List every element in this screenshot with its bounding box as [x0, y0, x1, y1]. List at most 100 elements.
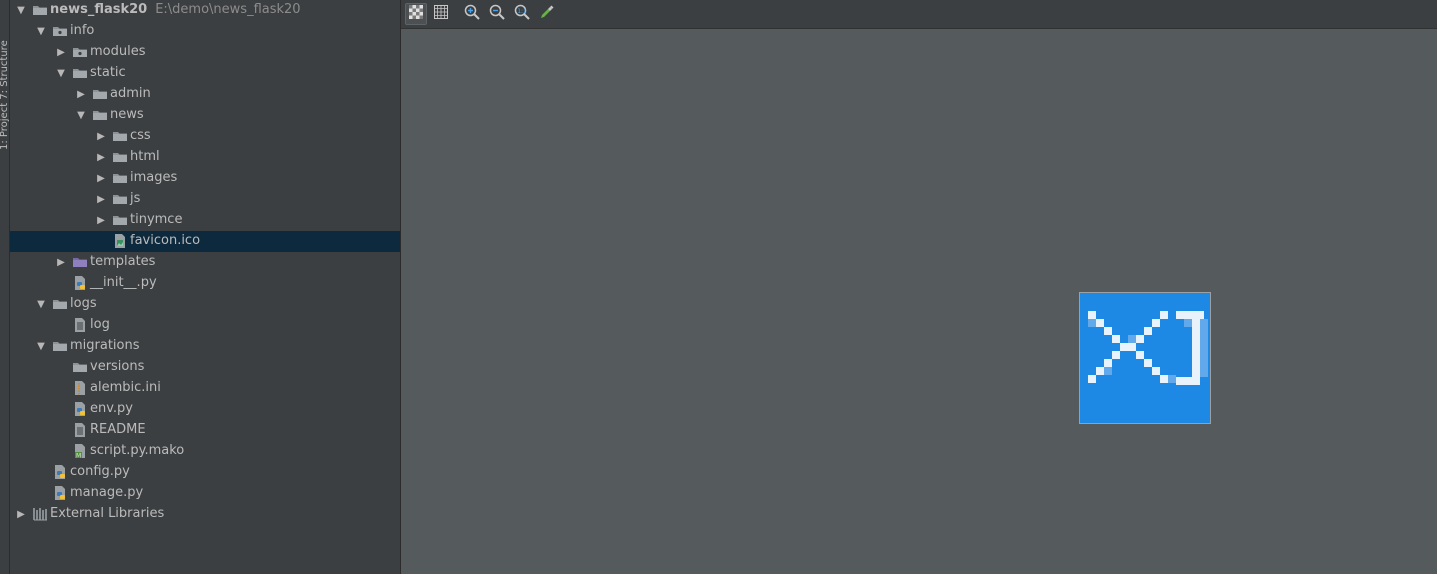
chessboard-background-button[interactable]	[405, 3, 427, 25]
actual-size-button[interactable]: 1:1	[511, 3, 533, 25]
tree-row[interactable]: ▼ info	[10, 21, 400, 42]
tree-row-text: templates	[90, 254, 155, 270]
tree-row[interactable]: env.py	[10, 399, 400, 420]
tree-row[interactable]: ▼ news	[10, 105, 400, 126]
chevron-down-icon[interactable]: ▼	[36, 341, 46, 352]
tree-row[interactable]: log	[10, 315, 400, 336]
svg-text:1:1: 1:1	[517, 8, 527, 15]
favicon-image	[1080, 293, 1210, 423]
tree-row[interactable]: ▼ static	[10, 63, 400, 84]
chevron-right-icon[interactable]: ▶	[56, 47, 66, 58]
chevron-right-icon[interactable]: ▶	[16, 509, 26, 520]
tree-row-label: log	[90, 317, 110, 332]
tree-row-label: config.py	[70, 464, 130, 479]
tree-row-text: favicon.ico	[130, 233, 200, 249]
svg-text:M: M	[76, 453, 81, 460]
chessboard-icon	[409, 5, 423, 23]
tree-row-label: __init__.py	[90, 275, 157, 290]
tree-row-text: news	[110, 107, 144, 123]
chevron-down-icon[interactable]: ▼	[16, 5, 26, 16]
folder-icon	[52, 338, 68, 354]
tree-row-label: manage.py	[70, 485, 144, 500]
tree-row-label: admin	[110, 86, 151, 101]
chevron-right-icon[interactable]: ▶	[96, 152, 106, 163]
tree-row[interactable]: config.py	[10, 462, 400, 483]
tree-row-label: migrations	[70, 338, 140, 353]
tree-row[interactable]: Mscript.py.mako	[10, 441, 400, 462]
tree-row[interactable]: ▶ tinymce	[10, 210, 400, 231]
chevron-right-icon[interactable]: ▶	[96, 194, 106, 205]
tree-row[interactable]: ▶ admin	[10, 84, 400, 105]
tree-row-text: manage.py	[70, 485, 143, 501]
tree-row[interactable]: ▼ news_flask20 E:\demo\news_flask20	[10, 0, 400, 21]
tree-row-text: env.py	[90, 401, 133, 417]
tree-row[interactable]: ▶ templates	[10, 252, 400, 273]
tree-row[interactable]: ▶ css	[10, 126, 400, 147]
chevron-down-icon[interactable]: ▼	[76, 110, 86, 121]
image-canvas[interactable]	[401, 29, 1437, 574]
tree-row-label: html	[130, 149, 160, 164]
tree-row-text: logs	[70, 296, 97, 312]
tree-row-label: js	[130, 191, 141, 206]
tool-window-strip-label[interactable]: 1: Project 7: Structure	[0, 0, 9, 150]
chevron-down-icon[interactable]: ▼	[56, 68, 66, 79]
zoom-in-button[interactable]	[461, 3, 483, 25]
tree-row-text: js	[130, 191, 140, 207]
tree-row-text: versions	[90, 359, 144, 375]
folder-icon	[112, 212, 128, 228]
python-file-icon	[72, 401, 88, 417]
chevron-down-icon[interactable]: ▼	[36, 26, 46, 37]
chevron-right-icon[interactable]: ▶	[96, 173, 106, 184]
tree-row[interactable]: alembic.ini	[10, 378, 400, 399]
tree-row-label: alembic.ini	[90, 380, 161, 395]
tree-row-label: logs	[70, 296, 97, 311]
tree-row[interactable]: ▶ html	[10, 147, 400, 168]
chevron-right-icon[interactable]: ▶	[96, 131, 106, 142]
tree-row[interactable]: ▶ modules	[10, 42, 400, 63]
color-picker-button[interactable]	[536, 3, 558, 25]
chevron-right-icon[interactable]: ▶	[56, 257, 66, 268]
tree-row-text: html	[130, 149, 160, 165]
tree-row-text: modules	[90, 44, 146, 60]
project-tree[interactable]: ▼ news_flask20 E:\demo\news_flask20 ▼ info ▶ m…	[10, 0, 401, 574]
tree-row-label: news_flask20	[50, 2, 148, 17]
folder-icon	[112, 128, 128, 144]
grid-icon	[434, 5, 448, 23]
tree-row[interactable]: ▼ logs	[10, 294, 400, 315]
project-path-hint: E:\demo\news_flask20	[155, 2, 301, 17]
tree-row[interactable]: ▶ js	[10, 189, 400, 210]
chevron-right-icon[interactable]: ▶	[76, 89, 86, 100]
python-file-icon	[52, 485, 68, 501]
folder-icon	[112, 170, 128, 186]
chevron-down-icon[interactable]: ▼	[36, 299, 46, 310]
tree-row[interactable]: __init__.py	[10, 273, 400, 294]
tree-row[interactable]: manage.py	[10, 483, 400, 504]
tree-row[interactable]: versions	[10, 357, 400, 378]
tree-row[interactable]: ▼ migrations	[10, 336, 400, 357]
tree-row-text: script.py.mako	[90, 443, 184, 459]
favicon-preview	[1079, 292, 1211, 424]
chevron-right-icon[interactable]: ▶	[96, 215, 106, 226]
tree-row[interactable]: ▶ External Libraries	[10, 504, 400, 525]
tree-row-label: env.py	[90, 401, 133, 416]
templates-folder-icon	[72, 254, 88, 270]
tree-row-label: favicon.ico	[130, 233, 201, 248]
tree-row-label: README	[90, 422, 146, 437]
zoom-out-button[interactable]	[486, 3, 508, 25]
tree-row-text: info	[70, 23, 94, 39]
tree-row-label: news	[110, 107, 144, 122]
tree-row[interactable]: ▶ images	[10, 168, 400, 189]
tree-row-text: tinymce	[130, 212, 182, 228]
tree-row[interactable]: favicon.ico	[10, 231, 400, 252]
tree-row-label: tinymce	[130, 212, 183, 227]
tree-row[interactable]: README	[10, 420, 400, 441]
tree-row-text: External Libraries	[50, 506, 164, 522]
grid-toggle-button[interactable]	[430, 3, 452, 25]
eyedropper-icon	[539, 4, 555, 24]
zoom-out-icon	[489, 4, 505, 24]
tool-window-strip[interactable]: 1: Project 7: Structure	[0, 0, 10, 574]
folder-icon	[92, 107, 108, 123]
tree-row-text: css	[130, 128, 151, 144]
tree-row-label: templates	[90, 254, 156, 269]
mako-file-icon: M	[72, 443, 88, 460]
